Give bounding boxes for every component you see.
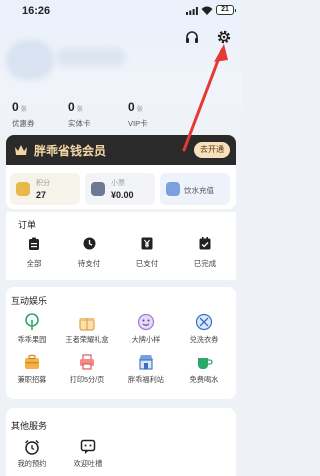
status-time: 16:26 xyxy=(22,5,51,17)
member-title: 胖乖省钱会员 xyxy=(34,144,107,158)
entertainment-panel: 互动娱乐 乖乖果园 王者荣耀礼盒 大牌小样 兑洗衣券 兼职招募 打印5分/页 胖… xyxy=(6,287,236,399)
other-item-feedback-label: 欢迎吐槽 xyxy=(73,459,103,468)
avatar[interactable] xyxy=(6,40,54,80)
member-open-button[interactable]: 去开通 xyxy=(194,142,230,158)
water-topup-card[interactable]: 饮水充值 xyxy=(160,173,230,205)
other-title: 其他服务 xyxy=(11,421,48,431)
headset-icon[interactable] xyxy=(184,30,200,46)
water-label: 饮水充值 xyxy=(184,186,214,195)
points-value: 27 xyxy=(36,190,47,200)
status-bar: 16:26 21 xyxy=(0,0,242,22)
voucher-card[interactable]: 小票 ¥0.00 xyxy=(85,173,155,205)
voucher-icon xyxy=(91,182,105,196)
order-pending-label: 待支付 xyxy=(77,259,101,268)
order-all-label: 全部 xyxy=(26,259,42,268)
fun-item-print-label: 打印5分/页 xyxy=(69,375,105,384)
fun-item-parttime[interactable]: 兼职招募 xyxy=(6,353,58,385)
fun-item-gift[interactable]: 王者荣耀礼盒 xyxy=(61,313,113,345)
stat-physical-unit: 张 xyxy=(76,107,83,113)
fun-item-print[interactable]: 打印5分/页 xyxy=(61,353,113,385)
fun-item-welfare-label: 胖乖福利站 xyxy=(128,375,164,384)
orders-title: 订单 xyxy=(18,220,37,230)
orders-panel: 订单 全部 待支付 已支付 已完成 xyxy=(6,212,236,280)
fun-item-laundry[interactable]: 兑洗衣券 xyxy=(178,313,230,345)
order-paid[interactable]: 已支付 xyxy=(122,237,172,269)
other-item-booking-label: 我的预约 xyxy=(17,459,47,468)
fun-item-water[interactable]: 免费喝水 xyxy=(178,353,230,385)
stat-physical-count: 0 xyxy=(68,100,75,114)
fun-item-samples-label: 大牌小样 xyxy=(131,335,161,344)
stats-row: 0张 优惠券 0张 实体卡 0张 VIP卡 xyxy=(0,98,242,130)
fun-item-laundry-label: 兑洗衣券 xyxy=(189,335,219,344)
briefcase-icon xyxy=(25,354,39,369)
fun-item-samples[interactable]: 大牌小样 xyxy=(120,313,172,345)
order-pending[interactable]: 待支付 xyxy=(64,237,114,269)
fun-item-orchard[interactable]: 乖乖果园 xyxy=(6,313,58,345)
entertainment-title: 互动娱乐 xyxy=(11,296,48,306)
wallet-panel: 积分 27 小票 ¥0.00 饮水充值 xyxy=(6,165,236,209)
voucher-value: ¥0.00 xyxy=(111,190,134,200)
points-icon xyxy=(16,182,30,196)
settings-gear-icon[interactable] xyxy=(216,29,232,45)
feedback-icon xyxy=(80,439,96,454)
ticket-icon xyxy=(195,313,213,331)
clock-icon xyxy=(83,237,95,250)
signal-icon xyxy=(186,7,198,15)
crown-icon xyxy=(15,145,27,155)
smile-icon xyxy=(137,313,155,331)
other-item-feedback[interactable]: 欢迎吐槽 xyxy=(62,439,114,469)
stat-coupons-unit: 张 xyxy=(20,107,27,113)
order-completed[interactable]: 已完成 xyxy=(180,237,230,269)
wifi-icon xyxy=(201,6,213,15)
printer-icon xyxy=(80,354,94,370)
clipboard-icon xyxy=(29,237,39,250)
voucher-label: 小票 xyxy=(111,180,125,187)
yen-icon xyxy=(141,237,153,250)
gift-icon xyxy=(79,318,95,331)
order-completed-label: 已完成 xyxy=(193,259,217,268)
stat-coupons[interactable]: 0张 优惠券 xyxy=(12,98,52,129)
stat-coupons-count: 0 xyxy=(12,100,19,114)
stat-physical-label: 实体卡 xyxy=(68,119,91,128)
stat-coupons-label: 优惠券 xyxy=(12,119,35,128)
member-banner[interactable]: 胖乖省钱会员 去开通 xyxy=(6,135,236,165)
fun-item-water-label: 免费喝水 xyxy=(189,375,219,384)
fun-item-welfare[interactable]: 胖乖福利站 xyxy=(120,353,172,385)
username-blurred xyxy=(56,48,126,66)
stat-vip-label: VIP卡 xyxy=(128,119,148,128)
cup-icon xyxy=(198,358,213,369)
points-card[interactable]: 积分 27 xyxy=(10,173,80,205)
battery-icon: 21 xyxy=(216,5,236,15)
water-icon xyxy=(166,182,180,196)
stat-physical-cards[interactable]: 0张 实体卡 xyxy=(68,98,108,129)
tree-icon xyxy=(25,313,39,330)
order-all[interactable]: 全部 xyxy=(9,237,59,269)
stat-vip-unit: 张 xyxy=(136,107,143,113)
store-icon xyxy=(139,355,153,370)
fun-item-orchard-label: 乖乖果园 xyxy=(17,335,47,344)
other-item-booking[interactable]: 我的预约 xyxy=(6,439,58,469)
stat-vip-count: 0 xyxy=(128,100,135,114)
other-services-panel: 其他服务 我的预约 欢迎吐槽 xyxy=(6,408,236,476)
order-paid-label: 已支付 xyxy=(135,259,159,268)
fun-item-parttime-label: 兼职招募 xyxy=(17,375,47,384)
points-label: 积分 xyxy=(36,180,50,187)
fun-item-gift-label: 王者荣耀礼盒 xyxy=(65,335,109,344)
stat-vip-cards[interactable]: 0张 VIP卡 xyxy=(128,98,168,129)
alarm-icon xyxy=(25,440,39,455)
check-icon xyxy=(199,237,211,250)
